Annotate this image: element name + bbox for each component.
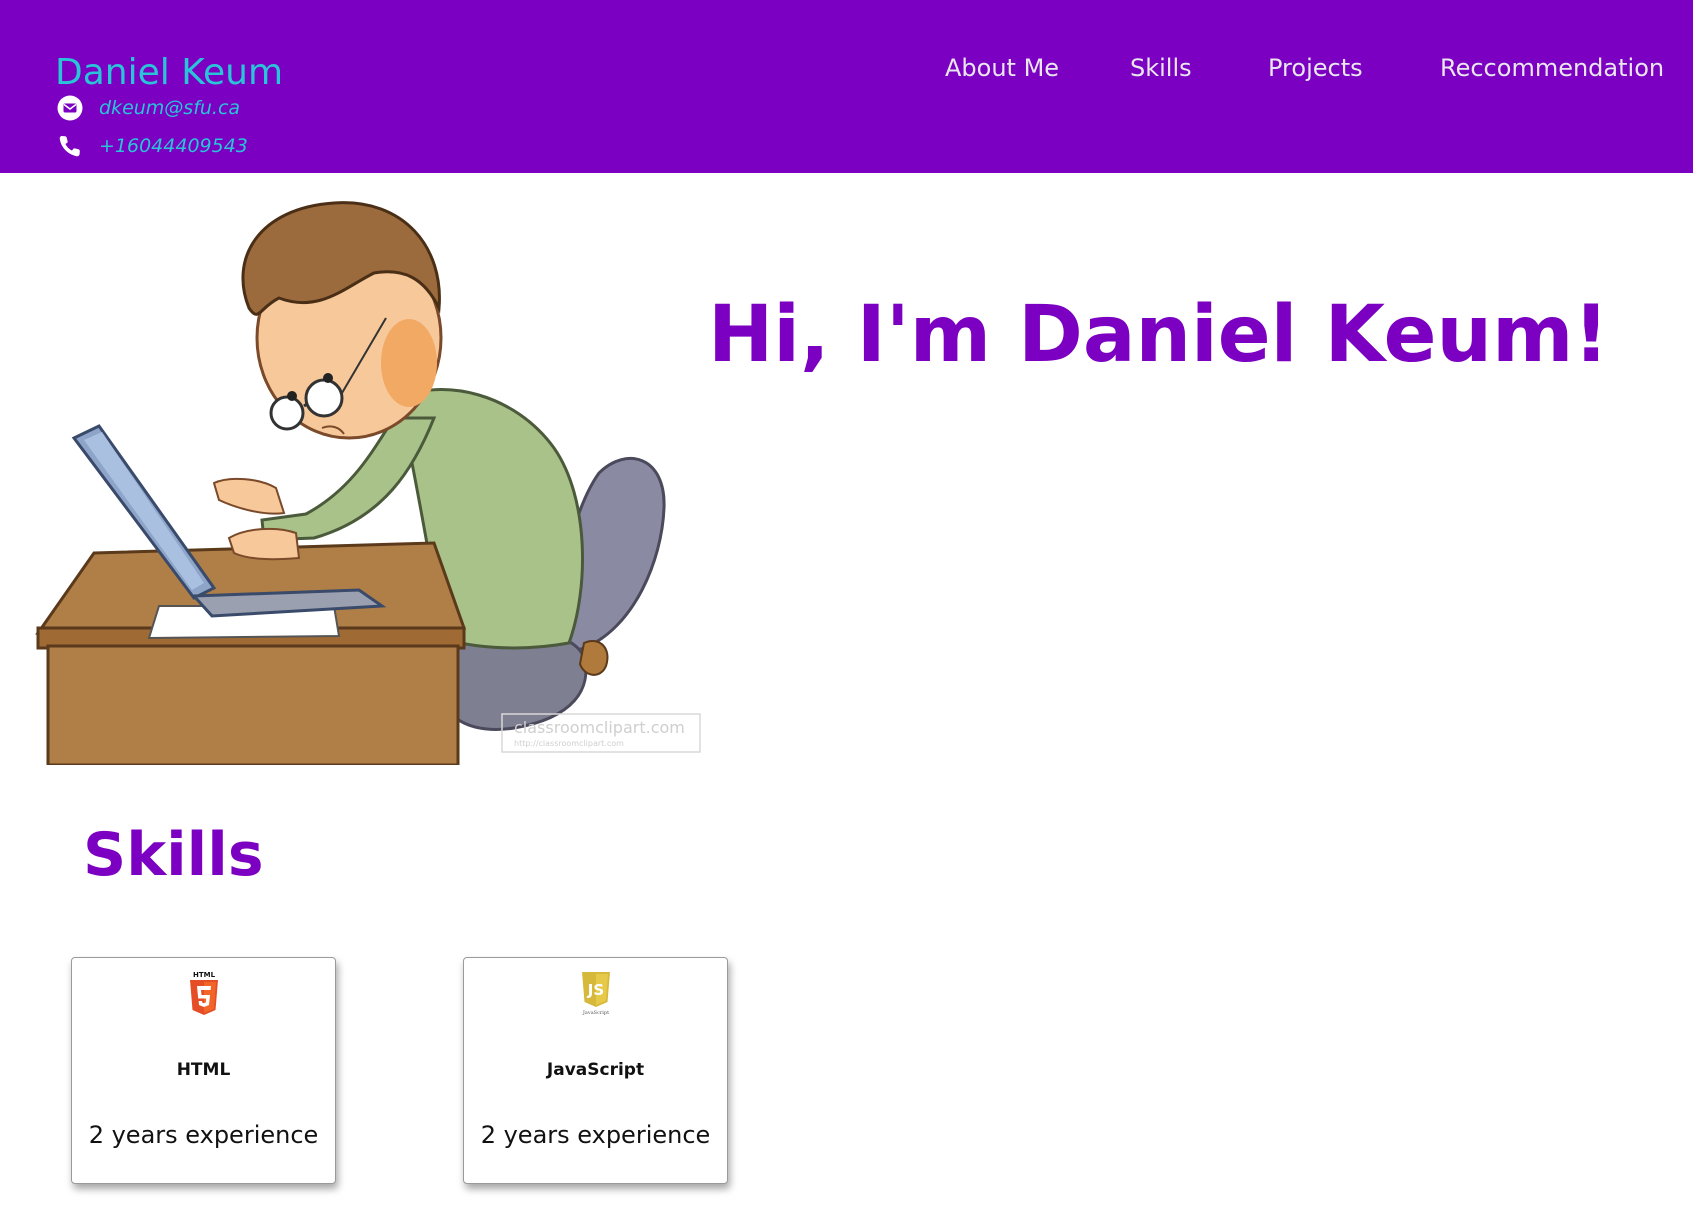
phone-icon — [59, 136, 80, 157]
svg-text:HTML: HTML — [192, 971, 215, 979]
email-link[interactable]: dkeum@sfu.ca — [99, 97, 240, 119]
skill-card-javascript: JS JavaScript JavaScript 2 years experie… — [463, 957, 728, 1184]
nav-reccommendation[interactable]: Reccommendation — [1440, 54, 1664, 82]
phone-link[interactable]: +16044409543 — [99, 135, 248, 157]
skill-experience: 2 years experience — [480, 1121, 711, 1149]
svg-text:JS: JS — [586, 981, 603, 999]
svg-text:JavaScript: JavaScript — [581, 1010, 608, 1016]
skill-name: JavaScript — [546, 1060, 645, 1080]
skill-name: HTML — [176, 1060, 231, 1080]
javascript-icon: JS JavaScript — [581, 972, 610, 1016]
skill-experience: 2 years experience — [88, 1121, 319, 1149]
nav-projects[interactable]: Projects — [1268, 54, 1363, 82]
mail-icon — [57, 95, 83, 121]
html5-icon: HTML — [189, 971, 218, 1015]
nav-about-me[interactable]: About Me — [945, 54, 1059, 82]
phone-row: +16044409543 — [57, 132, 248, 160]
clipart-watermark: classroomclipart.com — [514, 718, 685, 737]
nav-skills[interactable]: Skills — [1130, 54, 1192, 82]
site-owner-name[interactable]: Daniel Keum — [55, 52, 283, 93]
skill-card-html: HTML HTML 2 years experience — [71, 957, 336, 1184]
clipart-watermark-url: http://classroomclipart.com — [514, 739, 624, 748]
page: Daniel Keum dkeum@sfu.ca +16044409543 Ab… — [0, 0, 1697, 1218]
email-row: dkeum@sfu.ca — [57, 94, 240, 122]
hero-title: Hi, I'm Daniel Keum! — [708, 290, 1609, 380]
programmer-illustration: classroomclipart.com http://classroomcli… — [14, 188, 702, 765]
skills-heading: Skills — [83, 820, 264, 890]
site-header: Daniel Keum dkeum@sfu.ca +16044409543 Ab… — [0, 0, 1693, 173]
